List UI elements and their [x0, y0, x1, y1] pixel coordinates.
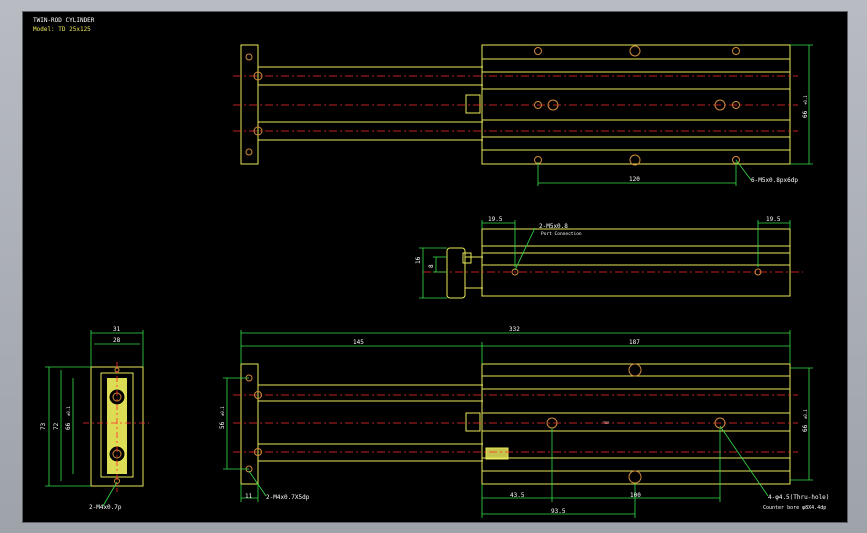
- dim-66-top-tol: +0.1: [803, 95, 808, 105]
- dim-66-top: 66: [802, 110, 809, 118]
- bottom-callout-left: 2-M4x0.7X5dp: [266, 494, 310, 501]
- dim-73: 73: [40, 422, 47, 430]
- side-end-plate: [446, 247, 466, 299]
- dim-187: 187: [629, 339, 640, 346]
- dim-66-front-tol: ±0.1: [66, 406, 71, 416]
- drawing-canvas[interactable]: TWIN-ROD CYLINDER Model: TD 25x125 120 6…: [22, 11, 848, 523]
- nameplate: [485, 447, 509, 460]
- drawing-title: TWIN-ROD CYLINDER: [33, 17, 95, 24]
- dim-72: 72: [53, 422, 60, 430]
- dim-28: 28: [113, 337, 121, 344]
- dim-93-5: 93.5: [551, 508, 566, 515]
- front-callout: 2-M4x0.7p: [89, 504, 122, 511]
- bottom-callout-right-sub: Counter bore φ8X4.4dp: [763, 505, 826, 511]
- top-dims: [537, 44, 813, 186]
- dim-100: 100: [630, 492, 641, 499]
- dim-43-5: 43.5: [510, 492, 525, 499]
- drawing-model: Model: TD 25x125: [33, 26, 91, 33]
- side-body: [481, 228, 791, 297]
- top-view: [240, 44, 791, 165]
- port-sub: Port Connection: [541, 231, 582, 237]
- dim-332: 332: [509, 326, 520, 333]
- top-rod-end: [465, 94, 481, 114]
- side-dims: [419, 220, 791, 299]
- dim-66-front: 66: [65, 422, 72, 430]
- top-holes: [245, 45, 740, 166]
- dim-19-5-right: 19.5: [766, 216, 781, 223]
- top-callout: 6-M5x0.8px6dp: [751, 177, 798, 184]
- front-dims: [45, 330, 144, 507]
- drawing: TWIN-ROD CYLINDER Model: TD 25x125 120 6…: [33, 17, 829, 518]
- bottom-callout-right: 4-φ4.5(Thru-hole): [768, 494, 829, 501]
- dim-120: 120: [629, 176, 640, 183]
- dim-66-bottom: 66: [802, 424, 809, 432]
- bottom-view: [240, 363, 791, 485]
- port-callout: 2-M5x0.8: [539, 223, 568, 230]
- bottom-holes: [245, 363, 726, 484]
- top-end-plate: [240, 44, 259, 165]
- dim-31: 31: [113, 326, 121, 333]
- dim-66-bottom-tol: ±0.1: [803, 409, 808, 419]
- top-body: [481, 44, 791, 165]
- dim-19-5-left: 19.5: [488, 216, 503, 223]
- side-view: [446, 228, 791, 299]
- dim-56: 56: [219, 421, 226, 429]
- dim-56-tol: ±0.1: [220, 406, 225, 416]
- dim-11: 11: [245, 493, 253, 500]
- dim-8: 8: [428, 264, 435, 268]
- bottom-centerlines: [233, 394, 798, 453]
- top-centerlines: [233, 75, 798, 132]
- bottom-body: [481, 363, 791, 485]
- dim-145: 145: [353, 339, 364, 346]
- front-view: [90, 366, 144, 487]
- dim-16: 16: [415, 256, 422, 264]
